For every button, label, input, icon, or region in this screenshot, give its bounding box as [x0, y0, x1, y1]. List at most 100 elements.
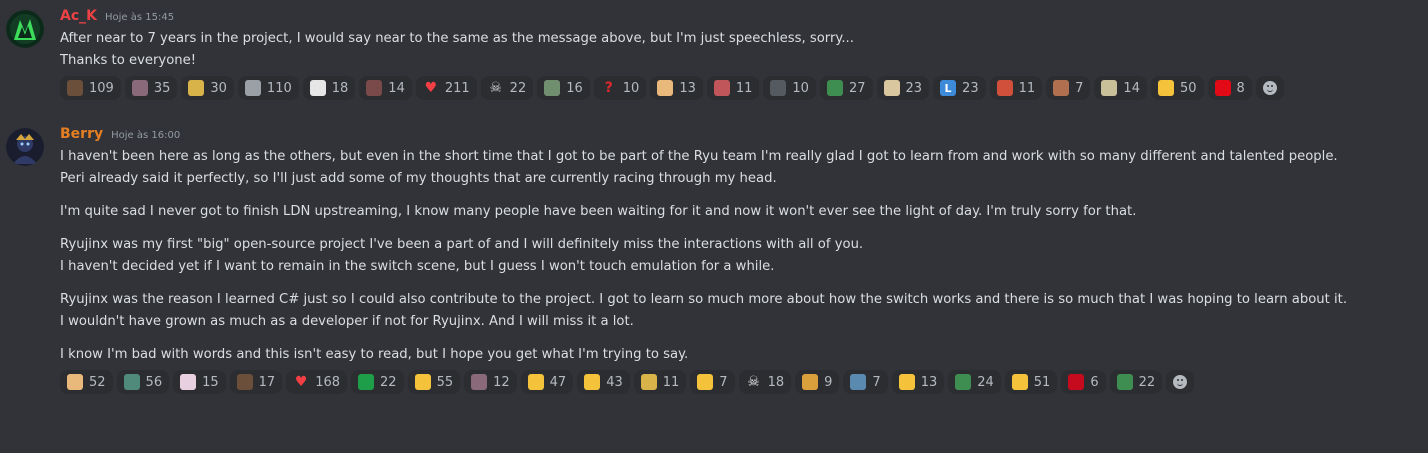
reaction-count: 211 — [444, 80, 470, 96]
reaction-button[interactable]: 11 — [633, 370, 687, 394]
add-reaction-icon — [1262, 81, 1277, 95]
reaction-button[interactable]: L 23 — [933, 76, 986, 100]
reaction-button[interactable]: 7 — [690, 370, 735, 394]
add-reaction-icon — [1173, 375, 1188, 389]
add-reaction-button[interactable] — [1255, 76, 1284, 100]
reaction-button[interactable]: 17 — [229, 370, 283, 394]
reaction-button[interactable]: 23 — [876, 76, 930, 100]
reaction-button[interactable]: 18 — [302, 76, 356, 100]
reaction-count: 22 — [1138, 374, 1156, 390]
reaction-button[interactable]: 9 — [795, 370, 840, 394]
avatar-image — [6, 128, 44, 166]
add-reaction-button[interactable] — [1166, 370, 1195, 394]
reaction-count: 27 — [848, 80, 866, 96]
message-text: I haven't been here as long as the other… — [60, 149, 1338, 164]
reaction-button[interactable]: 35 — [124, 76, 178, 100]
bread-icon — [67, 374, 83, 390]
reaction-button[interactable]: 14 — [1094, 76, 1147, 100]
message-header: Berry Hoje às 16:00 — [60, 126, 1408, 146]
username[interactable]: Ac_K — [60, 8, 97, 24]
username[interactable]: Berry — [60, 126, 103, 142]
thinking-face-icon — [584, 374, 601, 390]
reaction-button[interactable]: 22 — [1109, 370, 1163, 394]
custom-emoji-image-icon — [244, 80, 261, 96]
red-heart-icon: ♥ — [294, 374, 308, 390]
reaction-button[interactable]: ? 10 — [593, 76, 647, 100]
reaction-button[interactable]: 56 — [116, 370, 170, 394]
reaction-count: 110 — [266, 80, 292, 96]
custom-emoji-box-icon — [713, 80, 730, 96]
custom-emoji-boat-icon — [123, 374, 140, 390]
reaction-button[interactable]: 7 — [843, 370, 888, 394]
custom-emoji-penguin-icon — [309, 80, 326, 96]
reaction-button[interactable]: 13 — [891, 370, 945, 394]
reaction-count: 52 — [89, 374, 106, 390]
reaction-button[interactable]: ♥ 168 — [286, 370, 348, 394]
reaction-button[interactable]: 11 — [989, 76, 1043, 100]
reaction-button[interactable]: 14 — [359, 76, 412, 100]
custom-emoji-person-icon — [770, 80, 787, 96]
reaction-count: 11 — [662, 374, 680, 390]
reaction-count: 109 — [89, 80, 114, 96]
custom-emoji-crab-icon — [1101, 80, 1118, 96]
reaction-count: 12 — [493, 374, 510, 390]
message-text: Ryujinx was my first "big" open-source p… — [60, 237, 864, 252]
reaction-button[interactable]: 8 — [1207, 76, 1252, 100]
avatar[interactable] — [6, 128, 44, 166]
reaction-count: 56 — [145, 374, 163, 390]
avatar-image — [6, 10, 44, 48]
reaction-button[interactable]: 47 — [520, 370, 574, 394]
reaction-button[interactable]: 22 — [351, 370, 404, 394]
reaction-button[interactable]: 16 — [537, 76, 590, 100]
skull-crossbones-icon: ☠ — [489, 80, 502, 96]
reaction-count: 47 — [549, 374, 567, 390]
reaction-count: 13 — [679, 80, 696, 96]
reaction-count: 18 — [331, 80, 349, 96]
reaction-count: 35 — [153, 80, 171, 96]
reaction-count: 14 — [1123, 80, 1140, 96]
reaction-button[interactable]: 6 — [1061, 370, 1106, 394]
timestamp: Hoje às 15:45 — [104, 12, 175, 23]
reaction-button[interactable]: 10 — [763, 76, 816, 100]
avatar[interactable] — [6, 10, 44, 48]
custom-emoji-banana-icon — [188, 80, 205, 96]
custom-emoji-frog-icon — [826, 80, 843, 96]
reaction-button[interactable]: 51 — [1004, 370, 1058, 394]
letter-l-icon: L — [940, 80, 957, 96]
bread-icon — [657, 80, 674, 96]
reaction-button[interactable]: 52 — [60, 370, 113, 394]
reaction-button[interactable]: 11 — [706, 76, 760, 100]
custom-emoji-person-icon — [131, 80, 148, 96]
reaction-count: 7 — [1075, 80, 1084, 96]
reaction-button[interactable]: 110 — [237, 76, 299, 100]
message-text: After near to 7 years in the project, I … — [60, 31, 854, 46]
reaction-bar: 52 56 15 17 ♥ 168 22 55 12 47 43 11 7 ☠ 18 9 7 13 24 51 6 22 — [60, 370, 1408, 394]
reaction-count: 17 — [258, 374, 276, 390]
crying-face-icon — [1011, 374, 1028, 390]
weary-cat-icon — [898, 374, 915, 390]
reaction-button[interactable]: 109 — [60, 76, 121, 100]
reaction-count: 9 — [824, 374, 833, 390]
reaction-button[interactable]: 15 — [173, 370, 226, 394]
reaction-button[interactable]: ☠ 22 — [480, 76, 534, 100]
reaction-button[interactable]: 43 — [577, 370, 630, 394]
reaction-count: 14 — [388, 80, 405, 96]
reaction-button[interactable]: ♥ 211 — [415, 76, 477, 100]
custom-emoji-person-icon — [471, 374, 488, 390]
reaction-button[interactable]: 7 — [1046, 76, 1091, 100]
reaction-button[interactable]: 27 — [819, 76, 873, 100]
custom-emoji-face-icon — [883, 80, 900, 96]
cat-icon — [802, 374, 819, 390]
reaction-button[interactable]: 50 — [1150, 76, 1204, 100]
reaction-button[interactable]: 13 — [650, 76, 703, 100]
reaction-button[interactable]: 24 — [948, 370, 1001, 394]
reaction-button[interactable]: 12 — [464, 370, 517, 394]
reaction-bar: 109 35 30 110 18 14 ♥ 211 ☠ 22 16? 10 13 11 10 27 23 L 23 1… — [60, 76, 1408, 100]
reaction-count: 22 — [380, 374, 397, 390]
custom-emoji-face-icon — [996, 80, 1013, 96]
reaction-button[interactable]: ☠ 18 — [738, 370, 792, 394]
reaction-button[interactable]: 55 — [407, 370, 461, 394]
reaction-count: 18 — [767, 374, 785, 390]
reaction-button[interactable]: 30 — [181, 76, 234, 100]
red-heart-icon: ♥ — [424, 80, 438, 96]
